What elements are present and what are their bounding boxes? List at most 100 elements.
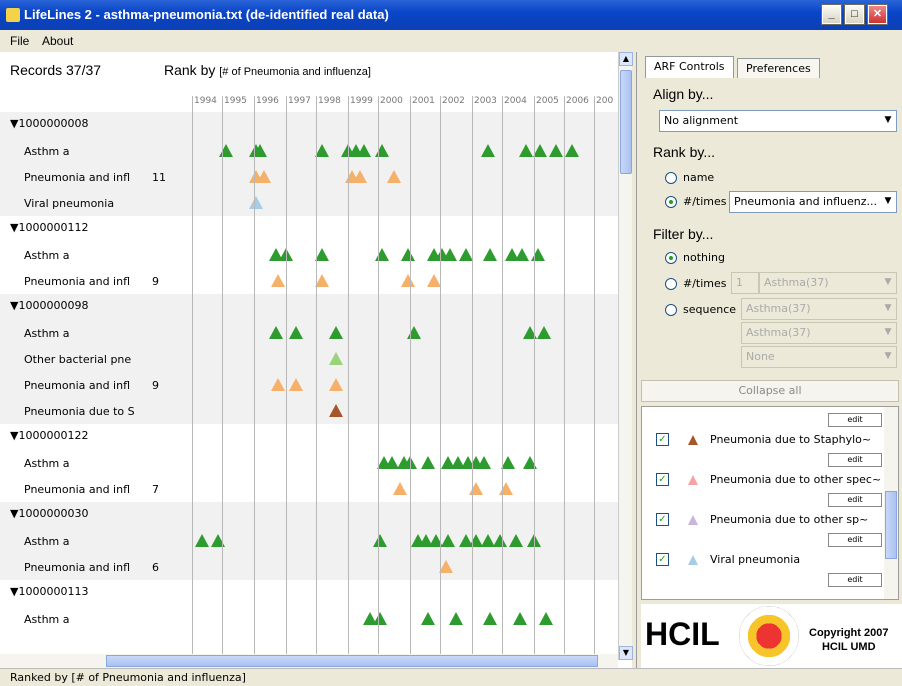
event-marker[interactable]	[565, 144, 579, 157]
event-marker[interactable]	[257, 170, 271, 183]
menu-file[interactable]: File	[10, 34, 29, 48]
event-checkbox[interactable]: ✓	[656, 553, 669, 566]
event-marker[interactable]	[537, 326, 551, 339]
event-marker[interactable]	[501, 456, 515, 469]
event-marker[interactable]	[493, 534, 507, 547]
tab-arf-controls[interactable]: ARF Controls	[645, 56, 734, 78]
chevron-down-icon: ▼	[880, 111, 896, 131]
edit-button[interactable]: edit	[828, 453, 882, 467]
filter-times-stepper[interactable]: 1	[731, 272, 759, 294]
event-list-scrollbar[interactable]	[884, 407, 898, 599]
event-marker[interactable]	[515, 248, 529, 261]
event-marker[interactable]	[329, 378, 343, 391]
filter-seq-select-3[interactable]: None ▼	[741, 346, 897, 368]
event-marker[interactable]	[443, 248, 457, 261]
event-marker[interactable]	[427, 274, 441, 287]
edit-button[interactable]: edit	[828, 573, 882, 587]
menu-about[interactable]: About	[42, 34, 73, 48]
year-gridline	[502, 96, 503, 661]
collapse-all-button[interactable]: Collapse all	[641, 380, 899, 402]
records-horizontal-scrollbar[interactable]	[0, 654, 618, 668]
filter-sequence-radio[interactable]	[665, 304, 677, 316]
scroll-up-arrow[interactable]: ▲	[619, 52, 633, 66]
event-checkbox[interactable]: ✓	[656, 433, 669, 446]
rank-name-radio[interactable]	[665, 172, 677, 184]
event-color-icon	[688, 555, 698, 565]
record-id[interactable]: ▼1000000112	[10, 221, 88, 234]
filter-times-radio[interactable]	[665, 278, 677, 290]
align-title: Align by...	[653, 86, 714, 102]
event-marker[interactable]	[315, 144, 329, 157]
event-marker[interactable]	[357, 144, 371, 157]
filter-times-select[interactable]: Asthma(37) ▼	[759, 272, 897, 294]
record-id[interactable]: ▼1000000008	[10, 117, 88, 130]
scroll-down-arrow[interactable]: ▼	[619, 646, 633, 660]
event-marker[interactable]	[329, 352, 343, 365]
event-marker[interactable]	[483, 248, 497, 261]
event-marker[interactable]	[509, 534, 523, 547]
event-marker[interactable]	[315, 274, 329, 287]
event-marker[interactable]	[373, 612, 387, 625]
rank-event-select[interactable]: Pneumonia and influenz... ▼	[729, 191, 897, 213]
minimize-button[interactable]: _	[821, 4, 842, 25]
event-marker[interactable]	[353, 170, 367, 183]
event-checkbox[interactable]: ✓	[656, 473, 669, 486]
event-marker[interactable]	[271, 274, 285, 287]
event-marker[interactable]	[373, 534, 387, 547]
event-marker[interactable]	[459, 248, 473, 261]
event-marker[interactable]	[539, 612, 553, 625]
timeline[interactable]: 1994 1995 1996 1997 1998 1999 2000 2001 2002 2003…	[0, 96, 618, 661]
event-marker[interactable]	[533, 144, 547, 157]
event-marker[interactable]	[449, 612, 463, 625]
tab-preferences[interactable]: Preferences	[737, 58, 820, 78]
event-marker[interactable]	[253, 144, 267, 157]
filter-seq-select-2[interactable]: Asthma(37) ▼	[741, 322, 897, 344]
filter-seq-select-1[interactable]: Asthma(37) ▼	[741, 298, 897, 320]
event-marker[interactable]	[329, 326, 343, 339]
event-marker[interactable]	[315, 248, 329, 261]
event-marker[interactable]	[421, 456, 435, 469]
event-marker[interactable]	[269, 326, 283, 339]
edit-button[interactable]: edit	[828, 413, 882, 427]
event-marker[interactable]	[439, 560, 453, 573]
edit-button[interactable]: edit	[828, 533, 882, 547]
record-id[interactable]: ▼1000000098	[10, 299, 88, 312]
event-marker[interactable]	[477, 456, 491, 469]
rank-times-radio[interactable]	[665, 196, 677, 208]
event-checkbox[interactable]: ✓	[656, 513, 669, 526]
event-marker[interactable]	[519, 144, 533, 157]
record-id[interactable]: ▼1000000113	[10, 585, 88, 598]
year-gridline	[254, 96, 255, 661]
event-marker[interactable]	[421, 612, 435, 625]
filter-nothing-radio[interactable]	[665, 252, 677, 264]
records-vertical-scrollbar[interactable]: ▲ ▼	[618, 52, 633, 660]
event-marker[interactable]	[549, 144, 563, 157]
event-marker[interactable]	[441, 534, 455, 547]
event-marker[interactable]	[401, 274, 415, 287]
event-marker[interactable]	[483, 612, 497, 625]
record-id[interactable]: ▼1000000030	[10, 507, 88, 520]
event-marker[interactable]	[387, 170, 401, 183]
event-count: 11	[152, 171, 166, 184]
event-marker[interactable]	[289, 378, 303, 391]
event-marker[interactable]	[401, 248, 415, 261]
align-select[interactable]: No alignment ▼	[659, 110, 897, 132]
close-button[interactable]: ✕	[867, 4, 888, 25]
edit-button[interactable]: edit	[828, 493, 882, 507]
scroll-thumb[interactable]	[620, 70, 632, 174]
maximize-button[interactable]: □	[844, 4, 865, 25]
event-marker[interactable]	[249, 196, 263, 209]
year-gridline	[192, 96, 193, 661]
event-marker[interactable]	[481, 144, 495, 157]
event-marker[interactable]	[289, 326, 303, 339]
event-marker[interactable]	[393, 482, 407, 495]
event-marker[interactable]	[513, 612, 527, 625]
record-id[interactable]: ▼1000000122	[10, 429, 88, 442]
event-marker[interactable]	[271, 378, 285, 391]
hscroll-thumb[interactable]	[106, 655, 598, 667]
event-marker[interactable]	[329, 404, 343, 417]
event-marker[interactable]	[195, 534, 209, 547]
year-label: 2004	[504, 96, 527, 106]
scroll-thumb[interactable]	[885, 491, 897, 559]
event-count: 6	[152, 561, 159, 574]
